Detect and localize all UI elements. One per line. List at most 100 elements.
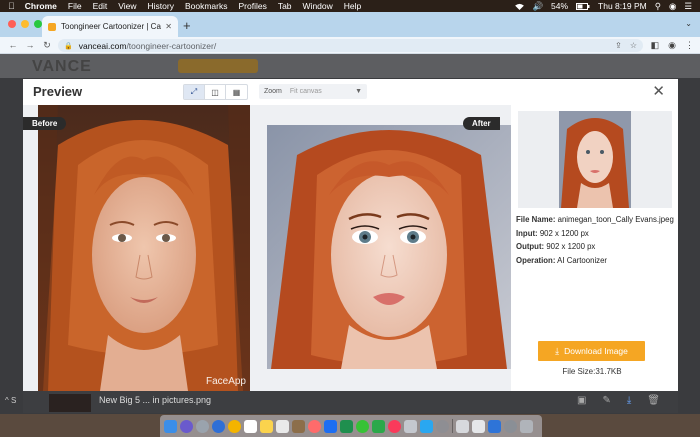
trash-icon[interactable]: 🗑 <box>647 395 660 406</box>
photos-icon[interactable] <box>308 419 321 433</box>
browser-tab-active[interactable]: Toongineer Cartoonizer | Carto ✕ <box>42 16 178 37</box>
word-icon[interactable] <box>324 419 337 433</box>
close-icon[interactable]: ✕ <box>652 82 665 100</box>
menu-profiles[interactable]: Profiles <box>238 1 266 11</box>
chevron-down-icon: ▼ <box>355 88 362 95</box>
zoom-select[interactable]: Zoom Fit canvas ▼ <box>259 84 367 99</box>
input-label: Input: <box>516 228 538 238</box>
sidebar-toggle-icon[interactable]: ◧ <box>651 40 660 51</box>
trash-dock-icon[interactable] <box>520 419 533 433</box>
menu-view[interactable]: View <box>118 1 136 11</box>
file-name-value: animegan_toon_Cally Evans.jpeg <box>557 215 674 224</box>
control-center-icon[interactable]: ☰ <box>684 1 692 12</box>
modal-title: Preview <box>33 84 83 99</box>
user-icon[interactable]: ◉ <box>669 1 676 12</box>
menu-history[interactable]: History <box>148 1 174 11</box>
launchpad-icon[interactable] <box>196 419 209 433</box>
input-value: 902 x 1200 px <box>539 228 589 238</box>
menu-bookmarks[interactable]: Bookmarks <box>185 1 228 11</box>
recent-app-icon[interactable] <box>504 419 517 433</box>
forward-arrow-icon[interactable]: → <box>23 40 37 50</box>
download-icon: ⤓ <box>555 345 560 356</box>
calendar-icon[interactable] <box>244 419 257 433</box>
downloads-stack-icon[interactable] <box>456 419 469 433</box>
lock-icon[interactable]: 🔒 <box>64 42 73 50</box>
vanceai-logo: VANCE <box>32 58 92 75</box>
browser-toolbar: ← → ↻ 🔒 vanceai.com/toongineer-cartooniz… <box>0 37 700 54</box>
chrome-icon[interactable] <box>228 419 241 433</box>
spotlight-search-icon[interactable]: ⚲ <box>655 1 661 12</box>
new-tab-plus-icon[interactable]: + <box>183 18 191 33</box>
screenshot-stack-icon[interactable] <box>488 419 501 433</box>
close-window-button[interactable] <box>8 20 16 28</box>
finder-icon[interactable] <box>164 419 177 433</box>
after-portrait <box>267 125 511 369</box>
window-controls <box>8 20 42 28</box>
minimize-window-button[interactable] <box>21 20 29 28</box>
file-size-text: File Size:31.7KB <box>562 367 622 376</box>
reload-icon[interactable]: ↻ <box>40 40 54 51</box>
menu-tab[interactable]: Tab <box>278 1 292 11</box>
back-arrow-icon[interactable]: ← <box>6 40 20 50</box>
clock[interactable]: Thu 8:19 PM <box>598 1 647 11</box>
downloads-left-letter: S <box>10 396 17 405</box>
music-icon[interactable] <box>388 419 401 433</box>
file-name-label: File Name: <box>516 215 556 224</box>
kebab-menu-icon[interactable]: ⋮ <box>685 40 694 51</box>
image-action-icon[interactable]: ▣ <box>577 395 586 406</box>
siri-icon[interactable] <box>180 419 193 433</box>
thumbnail-portrait <box>559 111 631 208</box>
compare-view-icon[interactable]: ▦ <box>226 85 247 99</box>
before-image: FaceApp <box>38 105 250 391</box>
mac-menubar:  Chrome File Edit View History Bookmark… <box>0 0 700 12</box>
download-image-button[interactable]: ⤓ Download Image <box>538 341 645 361</box>
tab-title: Toongineer Cartoonizer | Carto <box>61 22 162 31</box>
documents-stack-icon[interactable] <box>472 419 485 433</box>
notes-icon[interactable] <box>260 419 273 433</box>
facetime-icon[interactable] <box>372 419 385 433</box>
safari-icon[interactable] <box>212 419 225 433</box>
fullscreen-view-icon[interactable]: ⤢ <box>184 85 205 99</box>
address-bar[interactable]: 🔒 vanceai.com/toongineer-cartoonizer/ ⇪ … <box>58 39 643 52</box>
downloads-bar-actions: ▣ ✎ ⤓ 🗑 <box>577 395 660 406</box>
battery-percent[interactable]: 54% <box>551 1 568 11</box>
download-item-name[interactable]: New Big 5 ... in pictures.png <box>99 395 211 405</box>
profile-icon[interactable]: ◉ <box>668 40 676 51</box>
tab-close-icon[interactable]: ✕ <box>165 22 172 31</box>
maximize-window-button[interactable] <box>34 20 42 28</box>
menu-help[interactable]: Help <box>344 1 361 11</box>
app-store-icon[interactable] <box>420 419 433 433</box>
menu-window[interactable]: Window <box>303 1 333 11</box>
menu-edit[interactable]: Edit <box>93 1 108 11</box>
system-preferences-icon[interactable] <box>436 419 449 433</box>
folder-app-icon[interactable] <box>292 419 305 433</box>
result-thumbnail[interactable] <box>559 111 631 208</box>
downloads-left-text: ^ S <box>5 396 17 405</box>
mac-dock <box>160 415 542 437</box>
excel-icon[interactable] <box>340 419 353 433</box>
menu-file[interactable]: File <box>68 1 82 11</box>
before-portrait <box>38 105 250 391</box>
download-arrow-icon[interactable]: ⤓ <box>627 395 631 406</box>
messages-icon[interactable] <box>356 419 369 433</box>
preview-app-icon[interactable] <box>404 419 417 433</box>
zoom-label: Zoom <box>264 88 282 95</box>
edit-icon[interactable]: ✎ <box>602 395 610 406</box>
image-compare-area: FaceApp Before After <box>23 105 511 391</box>
url-path: /toongineer-cartoonizer/ <box>126 40 217 51</box>
volume-icon[interactable]: 🔊 <box>532 1 543 12</box>
bookmark-star-icon[interactable]: ☆ <box>630 41 637 50</box>
download-item-thumbnail[interactable] <box>49 394 91 412</box>
file-name-row: File Name: animegan_toon_Cally Evans.jpe… <box>516 213 676 227</box>
battery-icon[interactable] <box>576 2 590 10</box>
wifi-icon[interactable] <box>515 3 525 10</box>
menu-app-name[interactable]: Chrome <box>25 1 57 11</box>
before-badge: Before <box>23 117 67 130</box>
split-view-icon[interactable]: ◫ <box>205 85 226 99</box>
share-icon[interactable]: ⇪ <box>615 41 622 50</box>
tab-search-chevron-icon[interactable]: ⌄ <box>685 19 692 28</box>
result-thumbnail-box <box>518 111 672 208</box>
apple-icon[interactable]:  <box>8 1 15 11</box>
downloads-bar-left: ^ S <box>0 391 23 413</box>
textedit-icon[interactable] <box>276 419 289 433</box>
